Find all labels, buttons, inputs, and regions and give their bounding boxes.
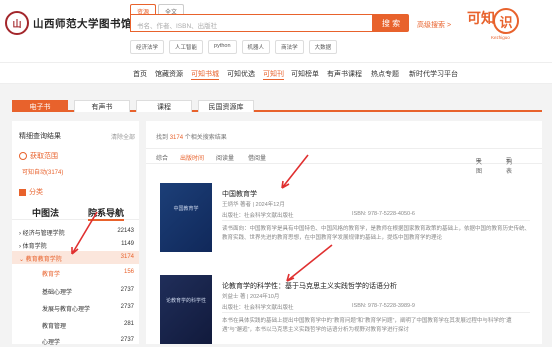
main-nav: 首页 馆藏资源 可知书城 可知优选 可知刊 可知榜单 有声书课程 热点专题 新时… [0, 62, 552, 84]
category-row-selected[interactable]: ⌄ 教育教育学院 3174 [12, 251, 139, 264]
kezhi-brand: 可知 [467, 8, 495, 28]
sort-publish-date[interactable]: 出版时间 [180, 153, 204, 162]
hot-search-tags: 经济法学 人工智能 python 机器人 商法学 大数据 [130, 40, 342, 54]
nav-hot-topics[interactable]: 热点专题 [371, 69, 399, 79]
scope-title: 获取范围 [30, 153, 58, 160]
found-suffix: 个相关搜索结果 [184, 135, 227, 141]
subcategory-count: 281 [123, 321, 134, 327]
category-heading: 分类 [19, 187, 43, 197]
results-panel: 找到 3174 个相关搜索结果 综合 出版时间 阅读量 借阅量 ⊞ 大图 ☰ 列… [146, 121, 542, 344]
category-label: 体育学院 [22, 244, 47, 250]
subcategory-count: 2737 [120, 304, 134, 310]
result-count: 3174 [169, 135, 184, 141]
subcategory-row[interactable]: 发展与教育心理学 2737 [12, 301, 139, 314]
tab-clc[interactable]: 中图法 [32, 206, 59, 219]
scope-heading: 获取范围 [19, 151, 58, 161]
nav-audiobook-courses[interactable]: 有声书课程 [327, 69, 362, 79]
subcategory-count: 2737 [120, 337, 134, 343]
view-list-label: 列表 [506, 160, 513, 175]
hot-tag[interactable]: 大数据 [308, 40, 338, 54]
target-icon [19, 152, 27, 160]
category-label: 教育教育学院 [25, 257, 62, 263]
library-name: 山西师范大学图书馆 [33, 17, 132, 30]
classification-tabs: 中图法 院系导航 [12, 204, 139, 221]
nav-featured[interactable]: 可知优选 [227, 69, 255, 79]
nav-journals[interactable]: 可知刊 [263, 69, 284, 80]
category-row[interactable]: › 体育学院 1149 [12, 238, 139, 251]
book-description: 读书面向：中国教育学是具有中国特色、中国风格的教育学，是教师在根据国家教育政策的… [222, 226, 531, 241]
category-label: 经济与管理学院 [22, 231, 65, 237]
subcategory-count: 156 [123, 269, 134, 275]
sort-bar: 综合 出版时间 阅读量 借阅量 ⊞ 大图 ☰ 列表 [146, 148, 542, 175]
category-title: 分类 [29, 189, 43, 196]
resource-tabs: 电子书 有声书 课程 民国资源库 [12, 100, 542, 112]
tab-courses[interactable]: 课程 [136, 100, 192, 112]
hot-tag[interactable]: 商法学 [275, 40, 304, 54]
subcategory-label: 发展与教育心理学 [42, 307, 91, 313]
nav-rankings[interactable]: 可知榜单 [291, 69, 319, 79]
subcategory-row[interactable]: 教育学 156 [12, 266, 139, 279]
book-description: 本书在具体实践的基础上提出中国教育学中的“教育问题”和“教育学问题”，阐明了中国… [222, 318, 512, 333]
book-publisher: 出版社：社会科学文献出版社 [222, 213, 294, 219]
found-prefix: 找到 [156, 135, 169, 141]
book-item[interactable]: 论教育学的科学性 论教育学的科学性：基于马克思主义实践哲学的话语分析 刘益士 著… [160, 275, 530, 345]
book-author: 刘益士 著 | 2024年10月 [222, 294, 280, 300]
nav-collection[interactable]: 馆藏资源 [155, 69, 183, 79]
subcategory-label: 基础心理学 [42, 290, 73, 296]
category-row[interactable]: › 经济与管理学院 22143 [12, 225, 139, 238]
search-button[interactable]: 搜 索 [373, 14, 409, 32]
tab-ebooks[interactable]: 电子书 [12, 100, 68, 112]
hot-tag[interactable]: 经济法学 [130, 40, 165, 54]
subcategory-row[interactable]: 教育管理 281 [12, 318, 139, 331]
nav-home[interactable]: 首页 [133, 69, 147, 79]
clear-all-button[interactable]: 清除全部 [111, 132, 135, 141]
subcategory-label: 教育学 [42, 272, 61, 278]
category-count: 22143 [117, 228, 134, 234]
library-logo[interactable]: 山 山西师范大学图书馆 [5, 11, 132, 35]
subcategory-count: 2737 [120, 287, 134, 293]
sort-reads[interactable]: 阅读量 [216, 153, 234, 162]
divider [222, 220, 530, 221]
book-isbn: ISBN: 978-7-5228-3989-9 [352, 303, 415, 309]
subcategory-label: 教育管理 [42, 324, 67, 330]
brand-text: 可知 [467, 10, 495, 26]
results-summary: 找到 3174 个相关搜索结果 [156, 132, 227, 141]
university-seal-icon: 山 [5, 11, 29, 35]
book-publisher: 出版社：社会科学文献出版社 [222, 305, 294, 311]
subcategory-row[interactable]: 心理学 2737 [12, 334, 139, 347]
category-icon [19, 188, 26, 196]
nav-bookstore[interactable]: 可知书城 [191, 69, 219, 80]
tab-republic-era[interactable]: 民国资源库 [198, 100, 254, 112]
view-grid-label: 大图 [476, 160, 483, 175]
search-input[interactable]: 书名、作者、ISBN、出版社 [130, 14, 373, 32]
tab-audiobooks[interactable]: 有声书 [74, 100, 130, 112]
filter-sidebar: 精细查询结果 清除全部 获取范围 可知自动(3174) 分类 中图法 院系导航 … [12, 121, 139, 347]
tab-department[interactable]: 院系导航 [88, 206, 125, 221]
kezhi-logo-icon: 识 [493, 8, 519, 34]
advanced-search-link[interactable]: 高级搜索 > [417, 20, 451, 30]
book-cover[interactable]: 论教育学的科学性 [160, 275, 212, 344]
category-count: 3174 [120, 254, 134, 260]
book-item[interactable]: 中国教育学 中国教育学 王炳华 著者 | 2024年12月 出版社：社会科学文献… [160, 183, 531, 258]
filter-title: 精细查询结果 [19, 133, 61, 140]
hot-tag[interactable]: 人工智能 [169, 40, 204, 54]
book-isbn: ISBN: 978-7-5228-4050-6 [352, 211, 415, 217]
hot-tag[interactable]: python [208, 40, 237, 54]
header: 山 山西师范大学图书馆 资源 全文 书名、作者、ISBN、出版社 搜 索 高级搜… [0, 0, 552, 62]
hot-tag[interactable]: 机器人 [241, 40, 271, 54]
category-count: 1149 [121, 241, 134, 247]
subcategory-row[interactable]: 基础心理学 2737 [12, 284, 139, 297]
nav-study-platform[interactable]: 新时代学习平台 [409, 69, 458, 79]
book-title[interactable]: 论教育学的科学性：基于马克思主义实践哲学的话语分析 [222, 281, 397, 291]
divider [222, 312, 530, 313]
sort-comprehensive[interactable]: 综合 [156, 153, 168, 162]
book-cover[interactable]: 中国教育学 [160, 183, 212, 252]
brand-subtitle: Kezhiguo [491, 35, 510, 40]
sort-borrows[interactable]: 借阅量 [248, 153, 266, 162]
book-title[interactable]: 中国教育学 [222, 189, 257, 199]
book-author: 王炳华 著者 | 2024年12月 [222, 202, 285, 208]
subcategory-label: 心理学 [42, 340, 61, 346]
scope-option[interactable]: 可知自动(3174) [22, 167, 63, 176]
